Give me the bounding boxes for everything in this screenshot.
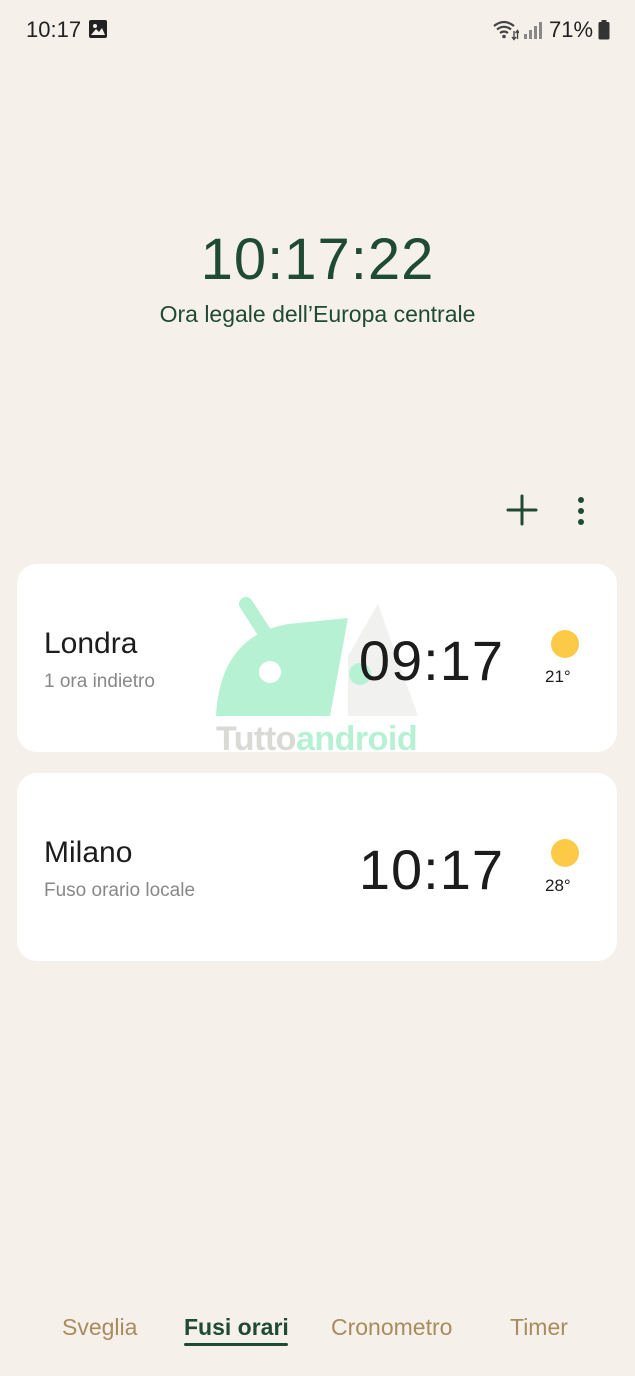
- wifi-icon: [493, 20, 519, 41]
- main-clock: 10:17:22: [200, 227, 435, 292]
- main-timezone-label: Ora legale dell’Europa centrale: [159, 301, 476, 327]
- active-tab-indicator: [184, 1343, 288, 1346]
- watermark-text-part-b: android: [295, 720, 418, 758]
- battery-percentage: 71%: [549, 17, 594, 42]
- battery-icon: [598, 20, 610, 40]
- city-offset: Fuso orario locale: [44, 880, 196, 901]
- sun-icon: [551, 839, 579, 867]
- tab-timer[interactable]: Timer: [510, 1314, 568, 1341]
- bottom-tab-bar: Sveglia Fusi orari Cronometro Timer: [0, 1300, 635, 1360]
- signal-icon: [524, 22, 542, 39]
- watermark-text-part-a: Tutto: [216, 720, 296, 758]
- city-name: Londra: [44, 627, 138, 660]
- more-vert-icon[interactable]: [567, 490, 595, 530]
- add-icon[interactable]: [502, 490, 542, 530]
- tab-sveglia[interactable]: Sveglia: [62, 1314, 137, 1341]
- city-temperature: 21°: [545, 667, 571, 686]
- watermark-text: Tuttoandroid: [216, 720, 418, 759]
- city-card-milano[interactable]: Milano Fuso orario locale 10:17 28°: [17, 773, 617, 961]
- city-name: Milano: [44, 836, 133, 869]
- city-offset: 1 ora indietro: [44, 671, 155, 692]
- city-time: 09:17: [358, 629, 504, 692]
- sun-icon: [551, 630, 579, 658]
- tab-fusi-orari[interactable]: Fusi orari: [184, 1314, 289, 1341]
- city-time: 10:17: [358, 838, 504, 901]
- city-temperature: 28°: [545, 876, 571, 895]
- status-bar: 10:17 71%: [0, 0, 635, 60]
- gallery-icon: [89, 20, 107, 38]
- status-time: 10:17: [26, 17, 82, 42]
- tab-cronometro[interactable]: Cronometro: [331, 1314, 452, 1341]
